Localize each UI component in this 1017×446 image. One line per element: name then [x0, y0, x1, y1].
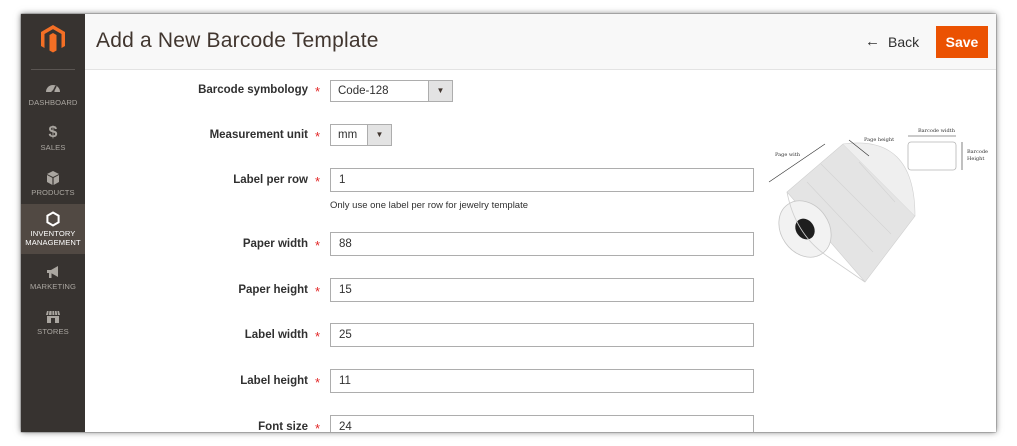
- sidebar-item-label-line1: INVENTORY: [30, 229, 76, 238]
- sidebar-item-label: SALES: [40, 143, 66, 152]
- required-asterisk: *: [315, 375, 321, 390]
- hexagon-icon: [46, 211, 60, 227]
- sidebar-item-label: PRODUCTS: [31, 188, 75, 197]
- sidebar-divider: [31, 69, 75, 70]
- barcode-height-caption-line1: Barcode: [967, 149, 988, 155]
- field-label: Paper width: [242, 238, 308, 250]
- chevron-down-icon: ▼: [367, 125, 391, 145]
- barcode-symbology-select[interactable]: Code-128 ▼: [330, 80, 453, 102]
- required-asterisk: *: [315, 421, 321, 432]
- sidebar-item-label: STORES: [37, 327, 69, 336]
- dashboard-gauge-icon: [46, 85, 60, 94]
- label-height-input[interactable]: 11: [330, 369, 754, 393]
- required-asterisk: *: [315, 84, 321, 99]
- sidebar-item-products[interactable]: PRODUCTS: [21, 163, 85, 209]
- sidebar-item-marketing[interactable]: MARKETING: [21, 257, 85, 303]
- page-height-caption: Page height: [864, 137, 894, 143]
- field-label: Label width: [244, 329, 308, 341]
- field-note: Only use one label per row for jewelry t…: [330, 200, 529, 211]
- required-asterisk: *: [315, 329, 321, 344]
- paper-width-input[interactable]: 88: [330, 232, 754, 256]
- label-width-input[interactable]: 25: [330, 323, 754, 347]
- paper-height-input[interactable]: 15: [330, 278, 754, 302]
- required-asterisk: *: [315, 129, 321, 144]
- storefront-icon: [46, 310, 60, 323]
- sidebar-item-sales[interactable]: $ SALES: [21, 118, 85, 164]
- field-label: Paper height: [238, 284, 308, 296]
- dollar-icon: $: [48, 124, 58, 141]
- sidebar-item-inventory-management[interactable]: INVENTORY MANAGEMENT: [21, 204, 85, 254]
- required-asterisk: *: [315, 238, 321, 253]
- back-button-label: Back: [888, 33, 920, 50]
- barcode-template-form: Barcode symbology * Code-128 ▼ Measureme…: [85, 70, 996, 432]
- admin-sidebar: DASHBOARD $ SALES PRODUCTS INVENTORY MAN…: [21, 14, 85, 432]
- cube-icon: [47, 171, 59, 185]
- measurement-unit-select[interactable]: mm ▼: [330, 124, 392, 146]
- sidebar-item-label-line2: MANAGEMENT: [25, 238, 81, 247]
- sidebar-item-label: MARKETING: [29, 282, 77, 291]
- page-title: Add a New Barcode Template: [96, 29, 379, 52]
- chevron-down-icon: ▼: [428, 81, 452, 101]
- field-label: Measurement unit: [209, 129, 308, 141]
- logo-link[interactable]: [21, 14, 85, 70]
- required-asterisk: *: [315, 174, 321, 189]
- magento-logo-icon: [41, 25, 65, 53]
- select-value: Code-128: [338, 85, 389, 97]
- field-label: Font size: [258, 421, 308, 432]
- label-roll-illustration: Page with Page height Barcode width Barc…: [768, 128, 988, 283]
- select-value: mm: [338, 129, 358, 141]
- megaphone-icon: [47, 266, 58, 278]
- barcode-height-caption-line2: Height: [967, 156, 984, 162]
- arrow-left-icon: ←: [865, 33, 880, 50]
- field-label: Barcode symbology: [198, 84, 308, 96]
- sidebar-item-stores[interactable]: STORES: [21, 302, 85, 348]
- barcode-width-caption: Barcode width: [918, 128, 956, 134]
- page-header: Add a New Barcode Template ← Back Save: [85, 14, 996, 70]
- font-size-input[interactable]: 24: [330, 415, 754, 432]
- sidebar-item-dashboard[interactable]: DASHBOARD: [21, 73, 85, 119]
- field-label: Label per row: [233, 174, 308, 186]
- page-width-caption: Page with: [775, 152, 801, 158]
- field-label: Label height: [240, 375, 308, 387]
- back-button[interactable]: ← Back: [865, 33, 919, 50]
- save-button[interactable]: Save: [936, 26, 988, 58]
- required-asterisk: *: [315, 284, 321, 299]
- sidebar-item-label: DASHBOARD: [28, 98, 78, 107]
- app-window: DASHBOARD $ SALES PRODUCTS INVENTORY MAN…: [21, 14, 996, 432]
- label-per-row-input[interactable]: 1: [330, 168, 754, 192]
